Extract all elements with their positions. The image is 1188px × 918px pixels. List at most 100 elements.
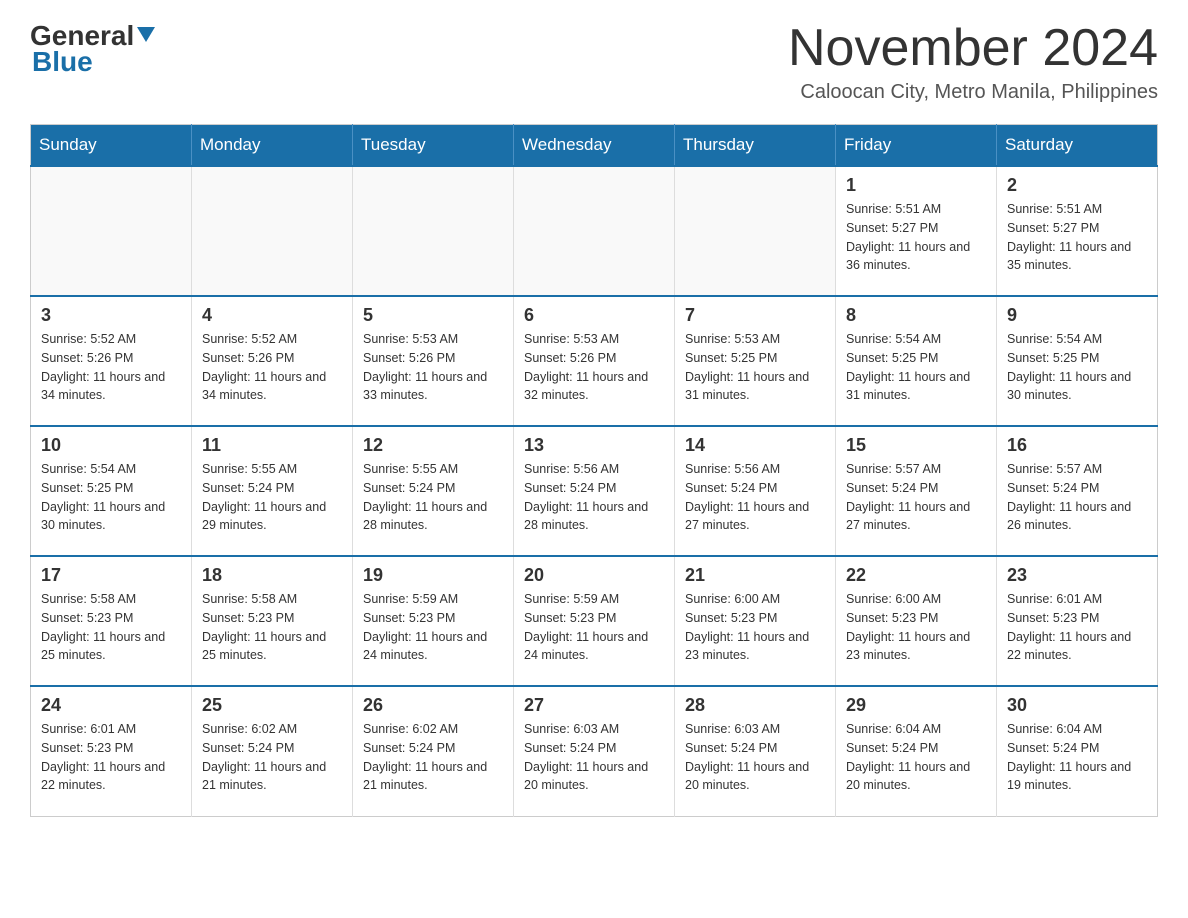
calendar-cell: 29Sunrise: 6:04 AM Sunset: 5:24 PM Dayli… — [836, 686, 997, 816]
calendar-cell: 25 Sunrise: 6:02 AM Sunset: 5:24 PM Dayli… — [192, 686, 353, 816]
title-section: November 2024 Caloocan City, Metro Manil… — [788, 20, 1158, 104]
day-info: Sunrise: 5:59 AM Sunset: 5:23 PM Dayligh… — [524, 590, 664, 665]
weekday-header-sunday: Sunday — [31, 125, 192, 167]
calendar-header: SundayMondayTuesdayWednesdayThursdayFrid… — [31, 125, 1158, 167]
calendar-body: 1 Sunrise: 5:51 AM Sunset: 5:27 PM Daylig… — [31, 166, 1158, 816]
day-info: Sunrise: 6:02 AM Sunset: 5:24 PM Dayligh… — [202, 720, 342, 795]
day-info: Sunrise: 6:02 AM Sunset: 5:24 PM Dayligh… — [363, 720, 503, 795]
day-info: Sunrise: 5:56 AM Sunset: 5:24 PM Dayligh… — [524, 460, 664, 535]
calendar-week-row: 10 Sunrise: 5:54 AM Sunset: 5:25 PM Dayli… — [31, 426, 1158, 556]
day-info: Sunrise: 6:04 AM Sunset: 5:24 PM Dayligh… — [1007, 720, 1147, 795]
weekday-header-row: SundayMondayTuesdayWednesdayThursdayFrid… — [31, 125, 1158, 167]
day-number: 30 — [1007, 695, 1147, 716]
day-number: 13 — [524, 435, 664, 456]
page-title: November 2024 — [788, 20, 1158, 77]
calendar-cell: 13 Sunrise: 5:56 AM Sunset: 5:24 PM Dayli… — [514, 426, 675, 556]
day-info: Sunrise: 5:57 AM Sunset: 5:24 PM Dayligh… — [846, 460, 986, 535]
day-number: 23 — [1007, 565, 1147, 586]
day-number: 15 — [846, 435, 986, 456]
weekday-header-thursday: Thursday — [675, 125, 836, 167]
calendar-cell: 28Sunrise: 6:03 AM Sunset: 5:24 PM Dayli… — [675, 686, 836, 816]
day-info: Sunrise: 5:54 AM Sunset: 5:25 PM Dayligh… — [1007, 330, 1147, 405]
calendar-cell: 14 Sunrise: 5:56 AM Sunset: 5:24 PM Dayli… — [675, 426, 836, 556]
calendar-cell — [31, 166, 192, 296]
calendar-cell: 21Sunrise: 6:00 AM Sunset: 5:23 PM Dayli… — [675, 556, 836, 686]
calendar-week-row: 3Sunrise: 5:52 AM Sunset: 5:26 PM Daylig… — [31, 296, 1158, 426]
day-info: Sunrise: 6:01 AM Sunset: 5:23 PM Dayligh… — [1007, 590, 1147, 665]
day-number: 22 — [846, 565, 986, 586]
calendar-cell: 20 Sunrise: 5:59 AM Sunset: 5:23 PM Dayli… — [514, 556, 675, 686]
day-number: 27 — [524, 695, 664, 716]
day-info: Sunrise: 5:57 AM Sunset: 5:24 PM Dayligh… — [1007, 460, 1147, 535]
day-info: Sunrise: 5:59 AM Sunset: 5:23 PM Dayligh… — [363, 590, 503, 665]
calendar-cell: 4 Sunrise: 5:52 AM Sunset: 5:26 PM Daylig… — [192, 296, 353, 426]
day-number: 18 — [202, 565, 342, 586]
calendar-table: SundayMondayTuesdayWednesdayThursdayFrid… — [30, 124, 1158, 817]
day-info: Sunrise: 5:55 AM Sunset: 5:24 PM Dayligh… — [363, 460, 503, 535]
calendar-cell: 19 Sunrise: 5:59 AM Sunset: 5:23 PM Dayli… — [353, 556, 514, 686]
weekday-header-tuesday: Tuesday — [353, 125, 514, 167]
day-info: Sunrise: 5:58 AM Sunset: 5:23 PM Dayligh… — [41, 590, 181, 665]
weekday-header-wednesday: Wednesday — [514, 125, 675, 167]
calendar-cell: 8Sunrise: 5:54 AM Sunset: 5:25 PM Daylig… — [836, 296, 997, 426]
calendar-cell: 16 Sunrise: 5:57 AM Sunset: 5:24 PM Dayli… — [997, 426, 1158, 556]
day-info: Sunrise: 5:54 AM Sunset: 5:25 PM Dayligh… — [41, 460, 181, 535]
day-number: 4 — [202, 305, 342, 326]
day-number: 1 — [846, 175, 986, 196]
day-info: Sunrise: 5:52 AM Sunset: 5:26 PM Dayligh… — [41, 330, 181, 405]
day-number: 21 — [685, 565, 825, 586]
day-info: Sunrise: 5:58 AM Sunset: 5:23 PM Dayligh… — [202, 590, 342, 665]
day-number: 8 — [846, 305, 986, 326]
logo-blue-text: Blue — [32, 46, 93, 78]
calendar-week-row: 24Sunrise: 6:01 AM Sunset: 5:23 PM Dayli… — [31, 686, 1158, 816]
day-number: 17 — [41, 565, 181, 586]
weekday-header-friday: Friday — [836, 125, 997, 167]
day-number: 24 — [41, 695, 181, 716]
day-number: 29 — [846, 695, 986, 716]
calendar-cell: 27Sunrise: 6:03 AM Sunset: 5:24 PM Dayli… — [514, 686, 675, 816]
day-info: Sunrise: 5:51 AM Sunset: 5:27 PM Dayligh… — [846, 200, 986, 275]
weekday-header-monday: Monday — [192, 125, 353, 167]
page-header: General Blue November 2024 Caloocan City… — [30, 20, 1158, 104]
calendar-cell: 17 Sunrise: 5:58 AM Sunset: 5:23 PM Dayli… — [31, 556, 192, 686]
calendar-cell: 22 Sunrise: 6:00 AM Sunset: 5:23 PM Dayli… — [836, 556, 997, 686]
day-number: 16 — [1007, 435, 1147, 456]
day-number: 28 — [685, 695, 825, 716]
day-number: 5 — [363, 305, 503, 326]
calendar-cell: 15 Sunrise: 5:57 AM Sunset: 5:24 PM Dayli… — [836, 426, 997, 556]
day-number: 2 — [1007, 175, 1147, 196]
day-info: Sunrise: 5:53 AM Sunset: 5:25 PM Dayligh… — [685, 330, 825, 405]
day-number: 19 — [363, 565, 503, 586]
calendar-cell: 5 Sunrise: 5:53 AM Sunset: 5:26 PM Daylig… — [353, 296, 514, 426]
calendar-cell — [353, 166, 514, 296]
calendar-cell: 11 Sunrise: 5:55 AM Sunset: 5:24 PM Dayli… — [192, 426, 353, 556]
day-number: 10 — [41, 435, 181, 456]
calendar-cell: 3Sunrise: 5:52 AM Sunset: 5:26 PM Daylig… — [31, 296, 192, 426]
calendar-cell: 2 Sunrise: 5:51 AM Sunset: 5:27 PM Daylig… — [997, 166, 1158, 296]
day-info: Sunrise: 5:53 AM Sunset: 5:26 PM Dayligh… — [363, 330, 503, 405]
day-info: Sunrise: 5:53 AM Sunset: 5:26 PM Dayligh… — [524, 330, 664, 405]
day-number: 26 — [363, 695, 503, 716]
day-number: 14 — [685, 435, 825, 456]
calendar-cell: 26 Sunrise: 6:02 AM Sunset: 5:24 PM Dayli… — [353, 686, 514, 816]
calendar-cell — [675, 166, 836, 296]
day-number: 7 — [685, 305, 825, 326]
day-info: Sunrise: 6:00 AM Sunset: 5:23 PM Dayligh… — [846, 590, 986, 665]
calendar-week-row: 1 Sunrise: 5:51 AM Sunset: 5:27 PM Daylig… — [31, 166, 1158, 296]
day-number: 11 — [202, 435, 342, 456]
day-number: 25 — [202, 695, 342, 716]
calendar-cell — [514, 166, 675, 296]
calendar-cell: 9Sunrise: 5:54 AM Sunset: 5:25 PM Daylig… — [997, 296, 1158, 426]
calendar-cell: 24Sunrise: 6:01 AM Sunset: 5:23 PM Dayli… — [31, 686, 192, 816]
day-info: Sunrise: 5:55 AM Sunset: 5:24 PM Dayligh… — [202, 460, 342, 535]
calendar-cell: 30 Sunrise: 6:04 AM Sunset: 5:24 PM Dayli… — [997, 686, 1158, 816]
calendar-cell — [192, 166, 353, 296]
calendar-cell: 7 Sunrise: 5:53 AM Sunset: 5:25 PM Daylig… — [675, 296, 836, 426]
day-info: Sunrise: 5:51 AM Sunset: 5:27 PM Dayligh… — [1007, 200, 1147, 275]
day-info: Sunrise: 5:52 AM Sunset: 5:26 PM Dayligh… — [202, 330, 342, 405]
day-number: 20 — [524, 565, 664, 586]
calendar-cell: 23 Sunrise: 6:01 AM Sunset: 5:23 PM Dayli… — [997, 556, 1158, 686]
day-info: Sunrise: 5:56 AM Sunset: 5:24 PM Dayligh… — [685, 460, 825, 535]
calendar-cell: 1 Sunrise: 5:51 AM Sunset: 5:27 PM Daylig… — [836, 166, 997, 296]
calendar-cell: 18 Sunrise: 5:58 AM Sunset: 5:23 PM Dayli… — [192, 556, 353, 686]
